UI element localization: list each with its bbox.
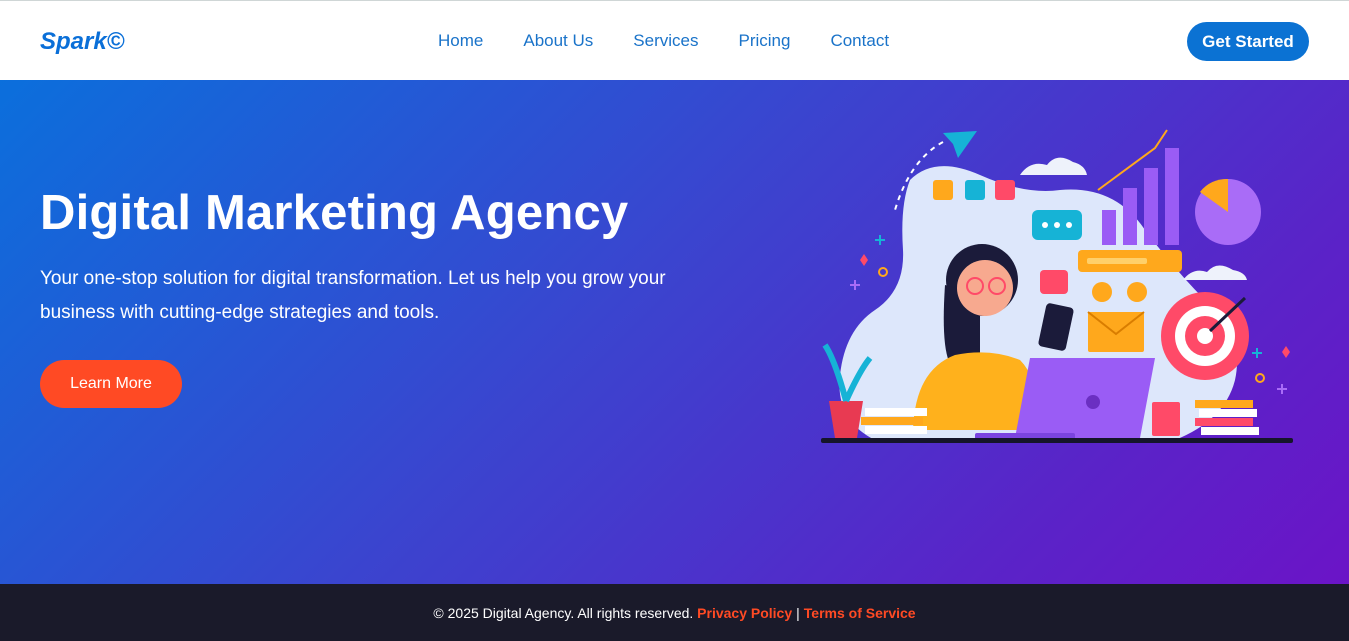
mug-icon bbox=[1152, 402, 1180, 436]
book-stack bbox=[865, 408, 927, 416]
hero-title: Digital Marketing Agency bbox=[40, 186, 629, 240]
cloud-icon bbox=[1183, 265, 1247, 280]
dollar-icon bbox=[995, 180, 1015, 200]
footer-separator: | bbox=[796, 604, 800, 621]
hero-illustration bbox=[821, 129, 1293, 443]
frown-icon bbox=[1127, 282, 1147, 302]
hero-section: Digital Marketing Agency Your one-stop s… bbox=[0, 80, 1349, 584]
nav-link-pricing[interactable]: Pricing bbox=[738, 31, 790, 51]
nav-link-services[interactable]: Services bbox=[633, 31, 698, 51]
heart-icon bbox=[1040, 270, 1068, 294]
main-nav: Home About Us Services Pricing Contact bbox=[438, 31, 929, 51]
hero-subtitle: Your one-stop solution for digital trans… bbox=[40, 268, 666, 323]
at-sign-icon bbox=[965, 180, 985, 200]
learn-more-button[interactable]: Learn More bbox=[40, 360, 182, 408]
site-header: Spark© Home About Us Services Pricing Co… bbox=[0, 0, 1349, 80]
smile-icon bbox=[1092, 282, 1112, 302]
logo[interactable]: Spark© bbox=[40, 28, 124, 56]
book-stack-right bbox=[1195, 400, 1253, 408]
copyright-text: © 2025 Digital Agency. All rights reserv… bbox=[433, 604, 694, 621]
nav-link-about-us[interactable]: About Us bbox=[523, 31, 593, 51]
phone-icon bbox=[933, 180, 953, 200]
paper-plane-icon bbox=[943, 131, 977, 158]
get-started-button[interactable]: Get Started bbox=[1187, 22, 1309, 61]
sparkle-icon bbox=[860, 254, 868, 266]
plant-pot-icon bbox=[829, 401, 863, 438]
site-footer: © 2025 Digital Agency. All rights reserv… bbox=[0, 584, 1349, 641]
terms-of-service-link[interactable]: Terms of Service bbox=[804, 605, 916, 621]
desk-line bbox=[821, 438, 1293, 443]
privacy-policy-link[interactable]: Privacy Policy bbox=[697, 605, 792, 621]
bar-chart-icon bbox=[1102, 210, 1116, 245]
nav-link-contact[interactable]: Contact bbox=[830, 31, 889, 51]
laptop-icon bbox=[1015, 358, 1155, 438]
nav-link-home[interactable]: Home bbox=[438, 31, 483, 51]
cloud-icon bbox=[1020, 157, 1087, 175]
